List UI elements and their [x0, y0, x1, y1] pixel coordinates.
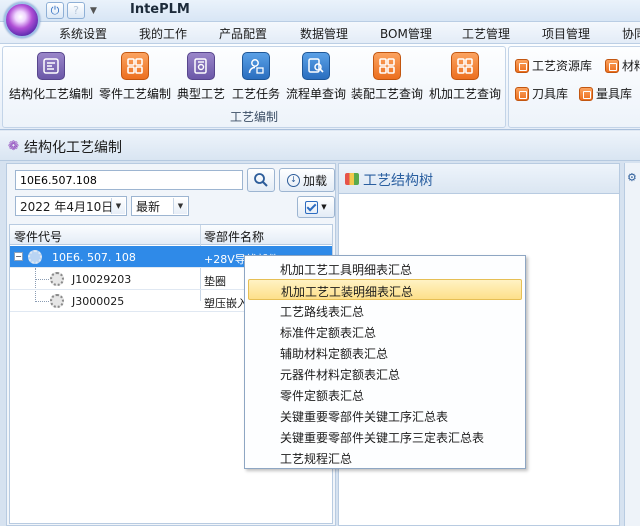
document-tab: ❁ 结构化工艺编制	[0, 131, 640, 161]
assembly-gear-icon	[28, 250, 42, 264]
menu-item-part-quota-summary[interactable]: 零件定额表汇总	[248, 384, 522, 405]
menu-process-management[interactable]: 工艺管理	[462, 25, 510, 42]
ribbon: 结构化工艺编制 零件工艺编制 典型工艺 工艺任务 流程单查询 装配工艺查询 机加…	[0, 44, 640, 130]
panel-title: 工艺结构树	[363, 173, 433, 189]
assembly-process-query-button[interactable]: 装配工艺查询	[349, 49, 425, 105]
part-gear-icon	[50, 294, 64, 308]
document-gear-icon	[187, 52, 215, 80]
part-code: J10029203	[72, 273, 132, 286]
load-button[interactable]: ↓ 加载	[279, 168, 335, 192]
menu-item-process-route-summary[interactable]: 工艺路线表汇总	[248, 300, 522, 321]
document-tab-title: 结构化工艺编制	[24, 140, 122, 156]
grid-icon	[605, 58, 619, 73]
part-code-search-input[interactable]	[15, 170, 243, 190]
grid-icon	[451, 52, 479, 80]
grid-icon	[515, 58, 529, 73]
grid-icon	[373, 52, 401, 80]
document-search-icon	[302, 52, 330, 80]
grid-icon	[579, 86, 593, 101]
search-button[interactable]	[247, 168, 275, 192]
menu-system-settings[interactable]: 系统设置	[59, 25, 107, 42]
process-resource-library-button[interactable]: 工艺资源库	[515, 57, 592, 74]
menu-my-work[interactable]: 我的工作	[139, 25, 187, 42]
help-icon[interactable]: ?	[67, 2, 85, 19]
menu-bom-management[interactable]: BOM管理	[380, 25, 432, 42]
process-edit-icon	[37, 52, 65, 80]
part-name: 塑压嵌入	[204, 297, 248, 310]
panel-header: 工艺结构树	[339, 164, 619, 194]
gauge-library-button[interactable]: 量具库	[579, 85, 632, 102]
tree-header: 零件代号 零部件名称	[10, 225, 332, 245]
chevron-down-icon[interactable]: ▼	[173, 198, 187, 214]
menu-item-machining-tool-list-summary[interactable]: 机加工艺工具明细表汇总	[248, 258, 522, 279]
menu-item-auxiliary-material-quota-summary[interactable]: 辅助材料定额表汇总	[248, 342, 522, 363]
part-name: 垫圈	[204, 275, 226, 288]
application-orb-button[interactable]	[4, 2, 40, 38]
context-menu: 机加工艺工具明细表汇总 机加工艺工装明细表汇总 工艺路线表汇总 标准件定额表汇总…	[244, 255, 526, 469]
menu-item-machining-fixture-list-summary[interactable]: 机加工艺工装明细表汇总	[248, 279, 522, 300]
menu-collaboration[interactable]: 协同	[622, 25, 640, 42]
process-edit-icon: ❁	[8, 139, 19, 154]
version-select[interactable]: 最新 ▼	[131, 196, 189, 216]
column-header-part-code[interactable]: 零件代号	[14, 228, 62, 245]
menu-item-key-process-three-fixed-summary[interactable]: 关键重要零部件关键工序三定表汇总表	[248, 426, 522, 447]
part-process-edit-button[interactable]: 零件工艺编制	[97, 49, 173, 105]
app-title: IntePLM	[130, 2, 190, 17]
menu-product-config[interactable]: 产品配置	[219, 25, 267, 42]
right-side-panel: ⚙	[624, 163, 640, 526]
qat-dropdown-icon[interactable]: ▼	[90, 6, 97, 16]
power-icon[interactable]: ⏻	[46, 2, 64, 19]
part-code: 10E6. 507. 108	[52, 251, 136, 264]
user-task-icon	[242, 52, 270, 80]
menu-project-management[interactable]: 项目管理	[542, 25, 590, 42]
gear-icon[interactable]: ⚙	[627, 171, 637, 184]
grid-icon	[121, 52, 149, 80]
material-library-button[interactable]: 材料	[605, 57, 640, 74]
part-code: J3000025	[72, 295, 125, 308]
chart-icon	[345, 173, 359, 185]
search-icon	[254, 173, 268, 187]
chevron-down-icon[interactable]: ▼	[111, 198, 125, 214]
checkbox-icon	[305, 200, 319, 214]
collapse-icon[interactable]: −	[14, 252, 23, 261]
title-bar: ⏻ ? ▼ IntePLM	[0, 0, 640, 22]
check-options-button[interactable]: ▼	[297, 196, 335, 218]
process-task-button[interactable]: 工艺任务	[229, 49, 283, 105]
menu-item-process-specification-summary[interactable]: 工艺规程汇总	[248, 447, 522, 468]
chevron-down-icon: ▼	[321, 203, 327, 211]
grid-icon	[515, 86, 529, 101]
menu-item-key-process-summary[interactable]: 关键重要零部件关键工序汇总表	[248, 405, 522, 426]
flow-sheet-query-button[interactable]: 流程单查询	[283, 49, 349, 105]
menu-item-component-material-quota-summary[interactable]: 元器件材料定额表汇总	[248, 363, 522, 384]
quick-access-toolbar: ⏻ ? ▼	[46, 1, 97, 20]
ribbon-group-resources: 工艺资源库 材料 刀具库 量具库	[508, 46, 640, 128]
menu-bar: 系统设置 我的工作 产品配置 数据管理 BOM管理 工艺管理 项目管理 协同	[0, 22, 640, 44]
part-gear-icon	[50, 272, 64, 286]
machining-process-query-button[interactable]: 机加工艺查询	[427, 49, 503, 105]
structured-process-edit-button[interactable]: 结构化工艺编制	[7, 49, 95, 105]
menu-item-standard-part-quota-summary[interactable]: 标准件定额表汇总	[248, 321, 522, 342]
tool-library-button[interactable]: 刀具库	[515, 85, 568, 102]
ribbon-group-label: 工艺编制	[229, 110, 278, 124]
menu-data-management[interactable]: 数据管理	[300, 25, 348, 42]
date-picker[interactable]: 2022 年4月10日 ▼	[15, 196, 127, 216]
column-header-part-name[interactable]: 零部件名称	[204, 228, 264, 245]
ribbon-group-process-edit: 结构化工艺编制 零件工艺编制 典型工艺 工艺任务 流程单查询 装配工艺查询 机加…	[2, 46, 506, 128]
download-icon: ↓	[286, 173, 300, 187]
typical-process-button[interactable]: 典型工艺	[175, 49, 227, 105]
